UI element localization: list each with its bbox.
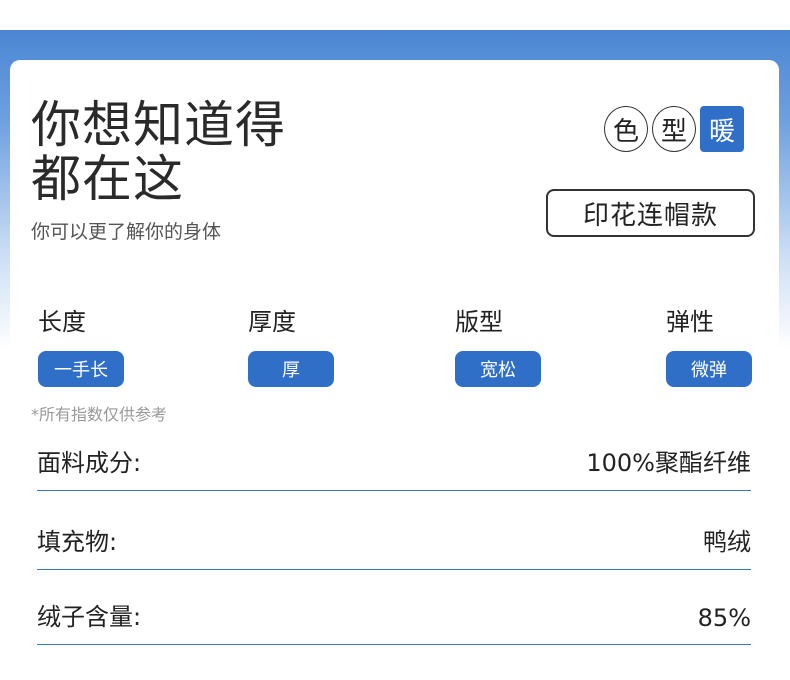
- page-title: 你想知道得 都在这: [31, 98, 286, 206]
- attribute-label: 长度: [38, 308, 86, 336]
- attribute-value-pill: 宽松: [455, 351, 541, 387]
- attribute-value-pill: 一手长: [38, 351, 124, 387]
- spec-value: 85%: [697, 604, 751, 632]
- badge-color: 色: [604, 106, 648, 152]
- reference-note: *所有指数仅供参考: [31, 405, 168, 424]
- badge-shape: 型: [652, 106, 696, 152]
- spec-row-down-content: 绒子含量: 85%: [37, 597, 751, 645]
- attribute-label: 弹性: [666, 308, 714, 336]
- attribute-value-pill: 微弹: [666, 351, 752, 387]
- attribute-label: 厚度: [248, 308, 296, 336]
- spec-row-fabric: 面料成分: 100%聚酯纤维: [37, 443, 751, 491]
- attribute-thickness: 厚度 厚: [248, 302, 334, 387]
- spec-label: 填充物:: [37, 528, 118, 556]
- page-subtitle: 你可以更了解你的身体: [31, 221, 222, 243]
- style-name-tag: 印花连帽款: [546, 189, 755, 237]
- attribute-length: 长度 一手长: [38, 302, 124, 387]
- attribute-label: 版型: [455, 308, 503, 336]
- spec-label: 面料成分:: [37, 449, 142, 477]
- spec-label: 绒子含量:: [37, 603, 142, 631]
- attribute-elasticity: 弹性 微弹: [666, 302, 752, 387]
- attribute-fit: 版型 宽松: [455, 302, 541, 387]
- spec-row-filling: 填充物: 鸭绒: [37, 522, 751, 570]
- feature-badges: 色 型 暖: [604, 106, 744, 152]
- spec-value: 100%聚酯纤维: [586, 449, 751, 477]
- page-title-line2: 都在这: [31, 150, 184, 208]
- badge-warm: 暖: [700, 106, 744, 152]
- spec-value: 鸭绒: [703, 528, 751, 556]
- page-title-line1: 你想知道得: [31, 96, 286, 154]
- attribute-value-pill: 厚: [248, 351, 334, 387]
